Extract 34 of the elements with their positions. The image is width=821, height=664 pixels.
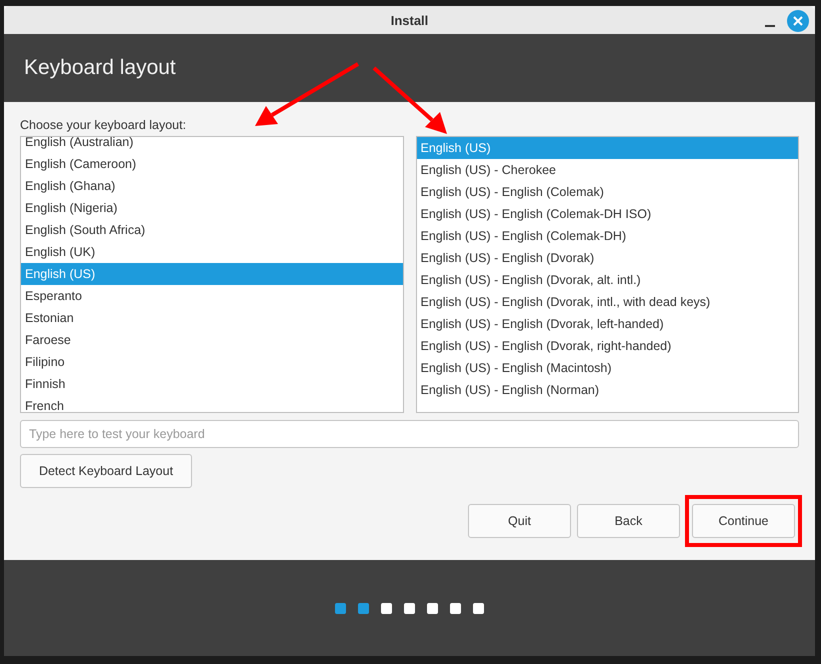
layout-item[interactable]: Finnish xyxy=(21,373,402,395)
layout-item[interactable]: English (US) - English (Dvorak) xyxy=(416,247,798,269)
action-button[interactable]: Continue xyxy=(692,504,795,538)
page-title: Keyboard layout xyxy=(24,56,176,80)
layout-item[interactable]: English (South Africa) xyxy=(21,219,402,241)
input-field[interactable]: Type here to test your keyboard xyxy=(20,420,799,448)
layout-item[interactable]: French xyxy=(21,395,402,412)
action-button[interactable]: Back xyxy=(577,504,680,538)
layout-item[interactable]: English (US) - English (Norman) xyxy=(416,379,798,401)
layout-item[interactable]: English (Nigeria) xyxy=(21,197,402,219)
layout-item[interactable]: Estonian xyxy=(21,307,402,329)
minimize-icon xyxy=(765,25,775,27)
layout-item[interactable]: English (US) - English (Dvorak, right-handed) xyxy=(416,335,798,357)
layout-item[interactable]: English (US) - English (Dvorak, left-handed) xyxy=(416,313,798,335)
layout-item[interactable]: Esperanto xyxy=(21,285,402,307)
layout-item[interactable]: English (Ghana) xyxy=(21,175,402,197)
layout-item[interactable]: English (US) - English (Colemak) xyxy=(416,181,798,203)
window-title: Install xyxy=(390,12,428,28)
detect-button[interactable]: Detect Keyboard Layout xyxy=(20,454,192,488)
layout-item[interactable]: English (UK) xyxy=(21,241,402,263)
layout-item[interactable]: English (Australian) xyxy=(21,137,402,153)
layout-item[interactable]: English (Cameroon) xyxy=(21,153,402,175)
prompt-label: Choose your keyboard layout: xyxy=(20,118,186,134)
layout-item[interactable]: English (US) - Cherokee xyxy=(416,159,798,181)
layout-item[interactable]: Filipino xyxy=(21,351,402,373)
layout-item[interactable]: English (US) - English (Dvorak, alt. intl.) xyxy=(416,269,798,291)
layout-item[interactable]: English (US) - English (Colemak-DH) xyxy=(416,225,798,247)
layout-item[interactable]: English (US) - English (Colemak-DH ISO) xyxy=(416,203,798,225)
layout-item[interactable]: English (US) - English (Macintosh) xyxy=(416,357,798,379)
close-button[interactable] xyxy=(787,10,809,32)
layout-item[interactable]: English (US) - English (Dvorak, intl., with dead keys) xyxy=(416,291,798,313)
layout-item[interactable]: Faroese xyxy=(21,329,402,351)
close-icon xyxy=(793,16,803,26)
action-button[interactable]: Quit xyxy=(468,504,571,538)
